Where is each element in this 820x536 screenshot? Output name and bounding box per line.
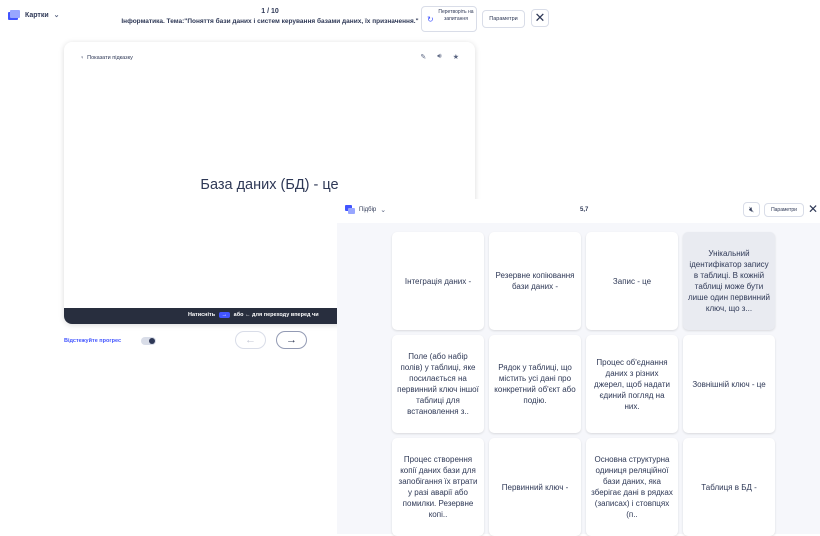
lightbulb-icon: ♀ bbox=[80, 55, 85, 61]
match-tile[interactable]: Процес об'єднання даних з різних джерел,… bbox=[586, 335, 678, 433]
top-bar: Картки ⌄ 1 / 10 Інформатика. Тема:"Понят… bbox=[0, 0, 820, 40]
match-mode-dropdown[interactable]: Підбір ⌄ bbox=[345, 205, 386, 214]
card-term: База даних (БД) - це bbox=[200, 177, 339, 193]
show-hint-button[interactable]: ♀ Показати підказку bbox=[80, 55, 133, 61]
match-close-icon[interactable]: ✕ bbox=[808, 201, 818, 217]
match-tile[interactable]: Таблиця в БД - bbox=[683, 438, 775, 536]
study-mode-dropdown[interactable]: Картки ⌄ bbox=[8, 10, 60, 20]
card-counter: 1 / 10 bbox=[261, 8, 279, 15]
match-timer: 5,7 bbox=[580, 207, 589, 213]
match-tile[interactable]: Процес створення копії даних бази для за… bbox=[392, 438, 484, 536]
track-progress-label: Відстежуйте прогрес bbox=[64, 338, 122, 344]
hint-label: Показати підказку bbox=[87, 55, 133, 61]
arrow-right-icon: → bbox=[286, 334, 297, 346]
track-progress-toggle[interactable] bbox=[141, 337, 156, 345]
match-icon bbox=[345, 205, 355, 214]
arrow-key-icon: → bbox=[218, 312, 231, 318]
refresh-icon: ↻ bbox=[427, 15, 434, 24]
keyboard-hint-suffix: або ← для переходу вперед чи bbox=[233, 312, 319, 318]
settings-button[interactable]: Параметри bbox=[482, 10, 525, 28]
match-tile-selected[interactable]: Унікальний ідентифікатор запису в таблиц… bbox=[683, 232, 775, 330]
previous-card-button[interactable]: ← bbox=[235, 331, 266, 349]
match-window: Підбір ⌄ 5,7 🔇︎ Параметри ✕ Інтеграція д… bbox=[337, 199, 820, 536]
match-grid: Інтеграція даних - Резервне копіювання б… bbox=[392, 232, 775, 536]
chevron-down-icon: ⌄ bbox=[53, 12, 60, 19]
convert-to-questions-button[interactable]: ↻ Перетворіть на запитання bbox=[421, 6, 477, 32]
match-tile[interactable]: Первинний ключ - bbox=[489, 438, 581, 536]
keyboard-hint: Натисніть → або ← для переходу вперед чи bbox=[188, 312, 319, 318]
next-card-button[interactable]: → bbox=[276, 331, 307, 349]
mute-icon: 🔇︎ bbox=[748, 205, 755, 214]
match-tile[interactable]: Основна структурна одиниця реляційної ба… bbox=[586, 438, 678, 536]
title-block: 1 / 10 Інформатика. Тема:"Поняття бази д… bbox=[110, 8, 430, 25]
match-tile[interactable]: Резервне копіювання бази даних - bbox=[489, 232, 581, 330]
close-icon: ✕ bbox=[534, 10, 546, 25]
flashcards-icon bbox=[8, 10, 20, 20]
match-mode-label: Підбір bbox=[359, 206, 377, 213]
edit-icon[interactable]: ✎ bbox=[420, 53, 426, 61]
match-tile[interactable]: Рядок у таблиці, що містить усі дані про… bbox=[489, 335, 581, 433]
set-title: Інформатика. Тема:"Поняття бази даних і … bbox=[121, 18, 419, 25]
match-top-bar: Підбір ⌄ 5,7 🔇︎ Параметри ✕ bbox=[337, 199, 820, 223]
convert-label: Перетворіть на запитання bbox=[438, 9, 474, 22]
match-tile[interactable]: Інтеграція даних - bbox=[392, 232, 484, 330]
match-tile[interactable]: Запис - це bbox=[586, 232, 678, 330]
star-icon[interactable]: ★ bbox=[453, 53, 459, 61]
card-controls: Відстежуйте прогрес ← → bbox=[64, 331, 364, 353]
mute-button[interactable]: 🔇︎ bbox=[743, 202, 760, 217]
card-actions: ✎ 🔊︎ ★ bbox=[420, 53, 459, 61]
chevron-down-icon: ⌄ bbox=[380, 206, 387, 214]
arrow-left-icon: ← bbox=[245, 334, 256, 346]
match-tile[interactable]: Поле (або набір полів) у таблиці, яке по… bbox=[392, 335, 484, 433]
close-button[interactable]: ✕ bbox=[531, 9, 549, 27]
match-tile[interactable]: Зовнішній ключ - це bbox=[683, 335, 775, 433]
audio-icon[interactable]: 🔊︎ bbox=[437, 53, 441, 61]
keyboard-hint-prefix: Натисніть bbox=[188, 312, 216, 318]
study-mode-label: Картки bbox=[25, 11, 49, 19]
match-settings-button[interactable]: Параметри bbox=[764, 203, 804, 217]
